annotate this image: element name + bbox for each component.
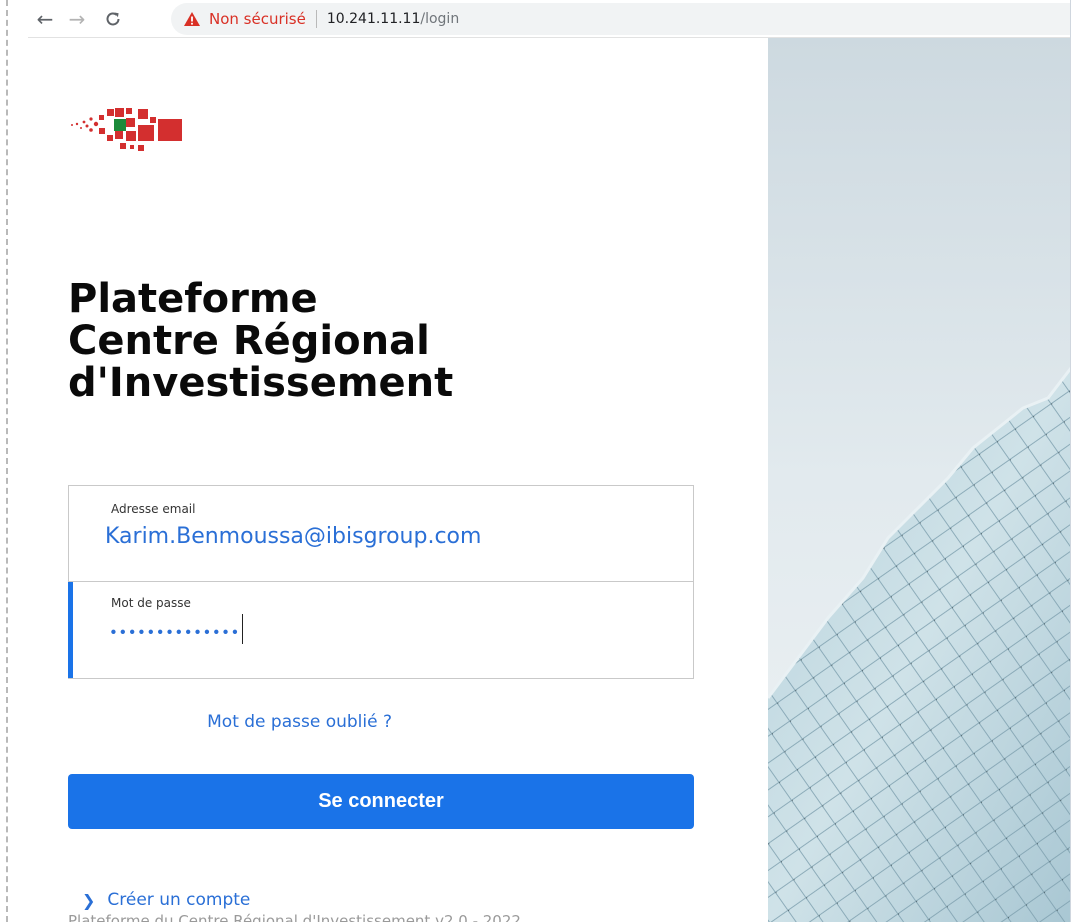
title-line-2: Centre Régional [68,318,430,364]
address-bar[interactable]: Non sécurisé 10.241.11.11/login [171,3,1070,35]
login-button[interactable]: Se connecter [68,774,694,829]
title-line-1: Plateforme [68,276,318,322]
create-account-link[interactable]: ❯ Créer un compte [82,890,250,910]
password-mask: •••••••••••••• [109,623,240,642]
url-path: /login [420,11,460,27]
login-page: Plateforme Centre Régional d'Investissem… [28,38,1070,922]
password-field[interactable]: Mot de passe •••••••••••••• [68,582,693,678]
password-label: Mot de passe [111,596,191,610]
page-frame-border [6,0,8,922]
building-background-image [768,38,1070,922]
url-host: 10.241.11.11 [326,11,421,27]
browser-toolbar: ← → Non sécurisé 10.241.11.11/login [28,0,1070,38]
footer-text: Plateforme du Centre Régional d'Investis… [68,912,521,922]
chevron-right-icon: ❯ [82,890,96,910]
create-account-label: Créer un compte [107,890,251,910]
email-label: Adresse email [111,502,196,516]
page-title: Plateforme Centre Régional d'Investissem… [68,278,453,404]
reload-icon[interactable] [100,6,126,32]
security-status-text[interactable]: Non sécurisé [209,10,306,28]
arrow-right-icon[interactable]: → [64,6,90,32]
address-separator [315,10,317,28]
text-caret [241,614,243,644]
focus-indicator [68,582,73,678]
login-form: Adresse email Karim.Benmoussa@ibisgroup.… [68,485,694,679]
browser-window: ← → Non sécurisé 10.241.11.11/login Plat… [28,0,1071,922]
forgot-password-link[interactable]: Mot de passe oublié ? [207,712,392,732]
cri-logo-icon [71,108,182,151]
title-line-3: d'Investissement [68,360,454,406]
email-input[interactable]: Karim.Benmoussa@ibisgroup.com [105,524,481,549]
warning-triangle-icon [184,12,200,26]
email-field[interactable]: Adresse email Karim.Benmoussa@ibisgroup.… [69,486,693,582]
building-illustration [768,38,1070,922]
login-panel: Plateforme Centre Régional d'Investissem… [28,38,768,922]
arrow-left-icon[interactable]: ← [32,6,58,32]
password-input[interactable]: •••••••••••••• [109,614,243,648]
